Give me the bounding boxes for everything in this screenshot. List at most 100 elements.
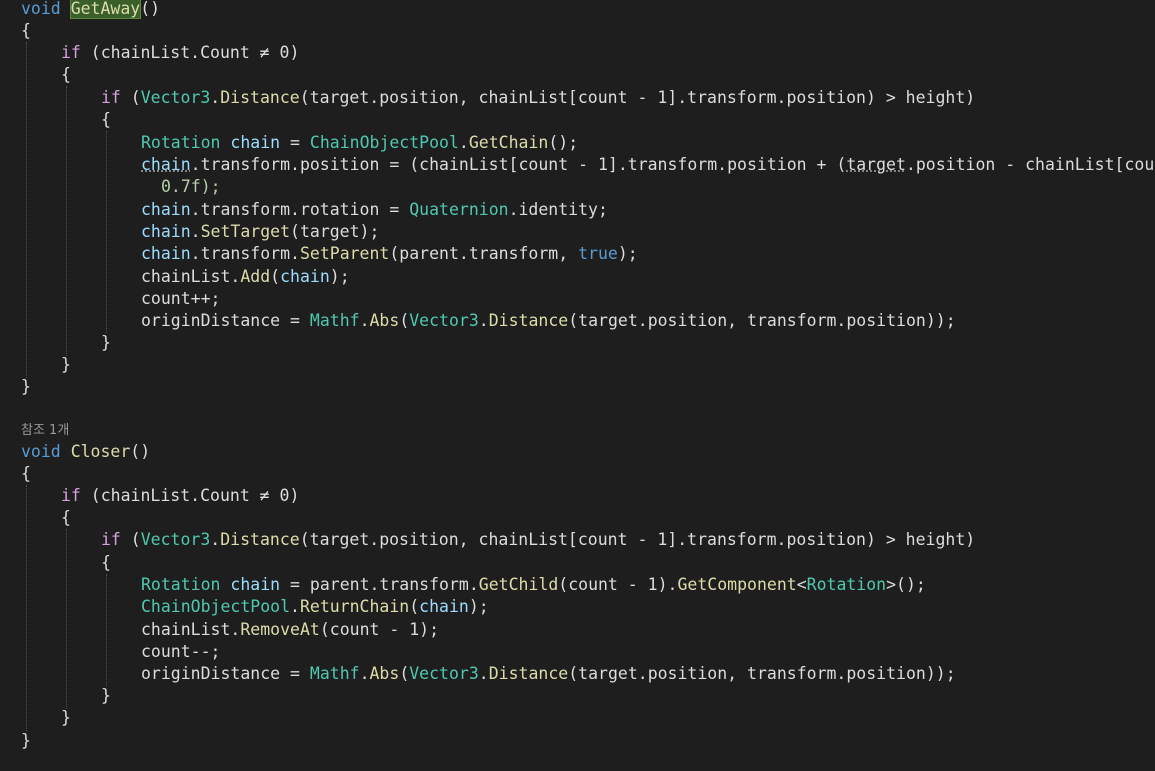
code-line[interactable]: chain.SetTarget(target); [141,221,379,243]
brace: } [61,708,71,727]
token: . [190,222,201,241]
code-line[interactable]: } [61,354,71,376]
token: . [478,311,489,330]
code-line[interactable]: chain.transform.position = (chainList[co… [141,154,1154,176]
token: ( [120,530,141,549]
code-line[interactable]: void Closer() [21,441,150,463]
code-line-wrap[interactable]: 0.7f); [161,176,221,198]
token: < [796,575,807,594]
token: (count - 1). [558,575,678,594]
code-line[interactable]: { [101,552,111,574]
brace: } [101,686,111,705]
method-params: () [140,0,161,18]
token: ); [329,267,350,286]
brace: { [21,21,31,40]
code-line[interactable]: originDistance = Mathf.Abs(Vector3.Dista… [141,310,956,332]
method-getchain: GetChain [468,133,549,152]
code-line[interactable]: count++; [141,288,220,310]
method-name-closer[interactable]: Closer [71,442,131,461]
method-name-getaway[interactable]: GetAway [69,0,142,19]
method-getcomponent: GetComponent [677,575,797,594]
type-rotation: Rotation [141,133,221,152]
code-line[interactable]: if (Vector3.Distance(target.position, ch… [101,529,975,551]
token: . [210,88,221,107]
method-returnchain: ReturnChain [299,597,410,616]
code-line[interactable]: if (chainList.Count ≠ 0) [61,485,299,507]
token: = parent.transform. [280,575,479,594]
token: chainList. [141,620,241,639]
type-rotation: Rotation [141,575,221,594]
code-line[interactable]: void GetAway() [21,0,160,20]
token: = [280,133,310,152]
keyword-if: if [61,486,81,505]
code-line[interactable]: chain.transform.SetParent(parent.transfo… [141,243,638,265]
token: ( [399,311,410,330]
type-mathf: Mathf [309,311,360,330]
if-condition: (target.position, chainList[count - 1].t… [299,88,976,107]
token: .transform.rotation = [190,200,410,219]
code-line[interactable]: chain.transform.rotation = Quaternion.id… [141,199,608,221]
code-line[interactable]: } [101,332,111,354]
local-chain: chain [280,267,330,286]
type-mathf: Mathf [309,664,360,683]
token: ( [120,88,141,107]
token-target: target [846,155,906,174]
code-line[interactable]: Rotation chain = parent.transform.GetChi… [141,574,926,596]
token: (parent.transform, [389,244,579,263]
indent-guide [106,574,107,686]
keyword-if: if [61,43,81,62]
code-editor[interactable]: void GetAway() { if (chainList.Count ≠ 0… [0,0,1155,771]
token: (target); [290,222,380,241]
code-line[interactable]: if (chainList.Count ≠ 0) [61,42,299,64]
number-literal: 0.7f); [161,177,221,196]
token: ( [270,267,281,286]
keyword-if: if [101,530,121,549]
token: (target.position, transform.position)); [568,311,956,330]
if-condition: (chainList.Count ≠ 0) [80,486,300,505]
method-abs: Abs [369,311,400,330]
token: . [359,664,370,683]
code-line[interactable]: } [101,685,111,707]
token: . [210,530,221,549]
code-line[interactable]: if (Vector3.Distance(target.position, ch… [101,87,975,109]
brace: } [21,731,31,750]
token: ( [409,597,420,616]
if-condition: (target.position, chainList[count - 1].t… [299,530,976,549]
code-line[interactable]: } [61,707,71,729]
type-rotation: Rotation [806,575,887,594]
code-line[interactable]: Rotation chain = ChainObjectPool.GetChai… [141,132,578,154]
code-line[interactable]: } [21,376,31,398]
type-chainobjectpool: ChainObjectPool [309,133,459,152]
local-chain: chain [419,597,469,616]
code-line[interactable]: chainList.Add(chain); [141,266,350,288]
indent-guide [66,86,67,356]
token: originDistance = [141,664,310,683]
token: count--; [141,642,221,661]
method-removeat: RemoveAt [240,620,320,639]
type-quaternion: Quaternion [409,200,509,219]
code-line[interactable]: } [21,730,31,752]
keyword-void: void [21,442,61,461]
code-line[interactable]: { [21,463,31,485]
code-line[interactable]: { [61,64,71,86]
code-line[interactable]: { [61,507,71,529]
token: (); [548,133,579,152]
token: ( [399,664,410,683]
type-vector3: Vector3 [409,664,479,683]
brace: } [101,333,111,352]
brace: } [21,377,31,396]
method-params: () [130,442,151,461]
code-line[interactable]: count--; [141,641,220,663]
brace: { [21,464,31,483]
keyword-if: if [101,88,121,107]
code-line[interactable]: chainList.RemoveAt(count - 1); [141,619,439,641]
token: (count - 1); [319,620,440,639]
code-line[interactable]: { [101,109,111,131]
brace: } [61,355,71,374]
code-line[interactable]: originDistance = Mathf.Abs(Vector3.Dista… [141,663,956,685]
brace: { [101,553,111,572]
codelens-references[interactable]: 참조 1개 [21,421,69,441]
code-line[interactable]: { [21,20,31,42]
method-settarget: SetTarget [200,222,291,241]
code-line[interactable]: ChainObjectPool.ReturnChain(chain); [141,596,489,618]
